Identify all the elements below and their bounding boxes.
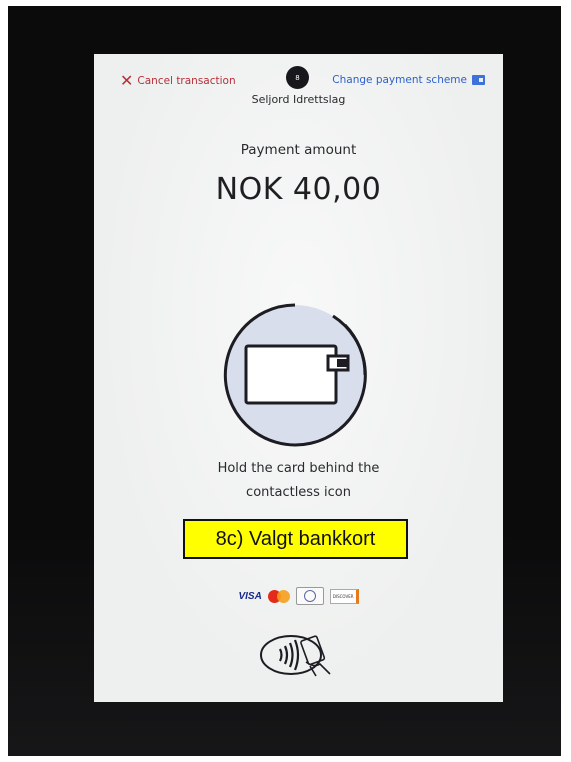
annotation-caption: 8c) Valgt bankkort (183, 519, 408, 559)
close-icon: ✕ (120, 71, 134, 90)
cancel-transaction-label: Cancel transaction (137, 75, 236, 87)
mastercard-logo (267, 589, 290, 603)
visa-logo: VISA (238, 590, 262, 602)
instruction-line-1: Hold the card behind the (217, 461, 380, 476)
merchant-name: Seljord Idrettslag (251, 93, 346, 106)
diners-club-logo (295, 587, 324, 605)
card-brand-logos: VISA DISCOVER (94, 587, 503, 605)
amount-label: Payment amount (240, 142, 357, 158)
card-icon (223, 303, 367, 447)
payment-terminal-screen: ✕ Cancel transaction 8 Seljord Idrettsla… (94, 54, 503, 702)
instruction-text: Hold the card behind the contactless ico… (94, 457, 503, 505)
contactless-icon (260, 635, 331, 677)
wallet-icon (472, 75, 485, 85)
change-payment-scheme-label: Change payment scheme (332, 74, 467, 86)
discover-logo: DISCOVER (329, 588, 359, 604)
instruction-line-2: contactless icon (246, 485, 351, 500)
payment-amount: NOK 40,00 (215, 172, 382, 207)
step-badge: 8 (286, 66, 309, 89)
change-payment-scheme-button[interactable]: Change payment scheme (332, 74, 485, 86)
cancel-transaction-button[interactable]: ✕ Cancel transaction (120, 71, 236, 90)
